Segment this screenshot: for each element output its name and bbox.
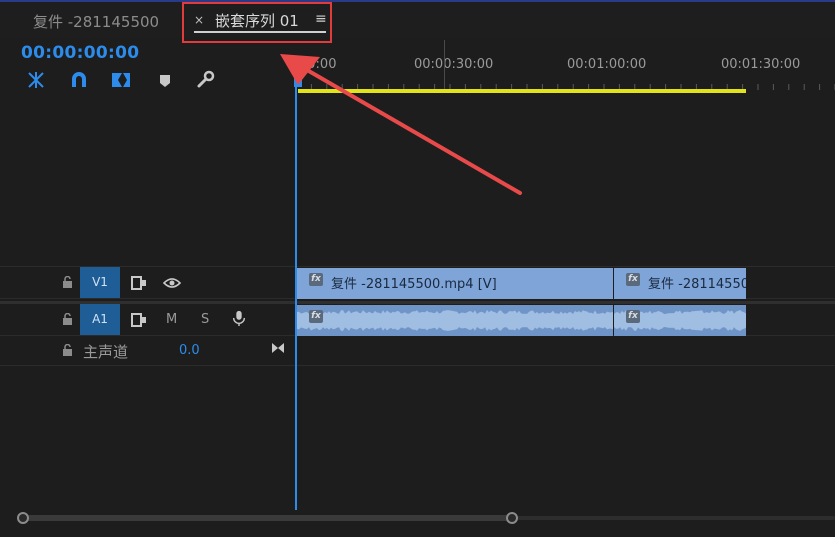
tab-nested-sequence[interactable]: × 嵌套序列 01 ≡ (182, 2, 332, 43)
track-row-master: 主声道 0.0 (0, 336, 835, 366)
go-to-edit-point-icon[interactable] (271, 341, 285, 355)
sync-lock-icon[interactable] (130, 312, 148, 328)
video-clip-1-label: 复件 -281145500.mp4 [V] (331, 277, 497, 292)
audio-waveform (297, 310, 613, 331)
lock-icon[interactable] (62, 276, 73, 288)
solo-button[interactable]: S (201, 312, 209, 327)
eye-icon[interactable] (163, 275, 181, 291)
video-clip-2[interactable]: fx 复件 -281145500 (614, 268, 746, 299)
timeline-settings-wrench-icon[interactable] (195, 70, 217, 90)
playhead-timecode[interactable]: 00:00:00:00 (21, 43, 139, 63)
lock-icon[interactable] (62, 344, 73, 356)
ruler-label-60s: 00:01:00:00 (567, 57, 647, 72)
tab-nested-sequence-label: 嵌套序列 01 (215, 12, 299, 30)
tab-close-icon[interactable]: × (194, 13, 204, 27)
fx-badge: fx (626, 310, 640, 323)
insert-nest-icon[interactable] (25, 70, 47, 90)
ruler-label-90s: 00:01:30:00 (721, 57, 801, 72)
audio-clip-2[interactable]: fx (614, 305, 746, 336)
add-marker-icon[interactable] (155, 70, 177, 90)
master-track-label: 主声道 (83, 343, 129, 361)
snap-magnet-icon[interactable] (68, 70, 90, 90)
microphone-icon[interactable] (230, 310, 248, 326)
fx-badge: fx (626, 273, 640, 286)
panel-tab-bar: 复件 -281145500 (0, 2, 835, 38)
audio-clip-1[interactable]: fx (297, 305, 613, 336)
video-clip-1[interactable]: fx 复件 -281145500.mp4 [V] (297, 268, 613, 299)
fx-badge: fx (309, 273, 323, 286)
track-target-v1[interactable]: V1 (80, 267, 120, 298)
annotation-arrow (280, 54, 522, 195)
tab-menu-icon[interactable]: ≡ (315, 11, 327, 27)
scroll-handle-right[interactable] (506, 512, 518, 524)
mute-button[interactable]: M (166, 312, 177, 327)
track-target-a1[interactable]: A1 (80, 304, 120, 335)
fx-badge: fx (309, 310, 323, 323)
lock-icon[interactable] (62, 313, 73, 325)
active-tab-underline (194, 31, 326, 33)
tab-sequence-copy[interactable]: 复件 -281145500 (33, 11, 159, 32)
scroll-handle-left[interactable] (17, 512, 29, 524)
linked-selection-icon[interactable] (110, 70, 132, 90)
master-volume-value[interactable]: 0.0 (179, 343, 200, 358)
scroll-thumb[interactable] (20, 515, 513, 521)
horizontal-zoom-scrollbar[interactable] (17, 512, 835, 524)
sync-lock-icon[interactable] (130, 275, 148, 291)
video-clip-2-label: 复件 -281145500 (648, 277, 746, 292)
